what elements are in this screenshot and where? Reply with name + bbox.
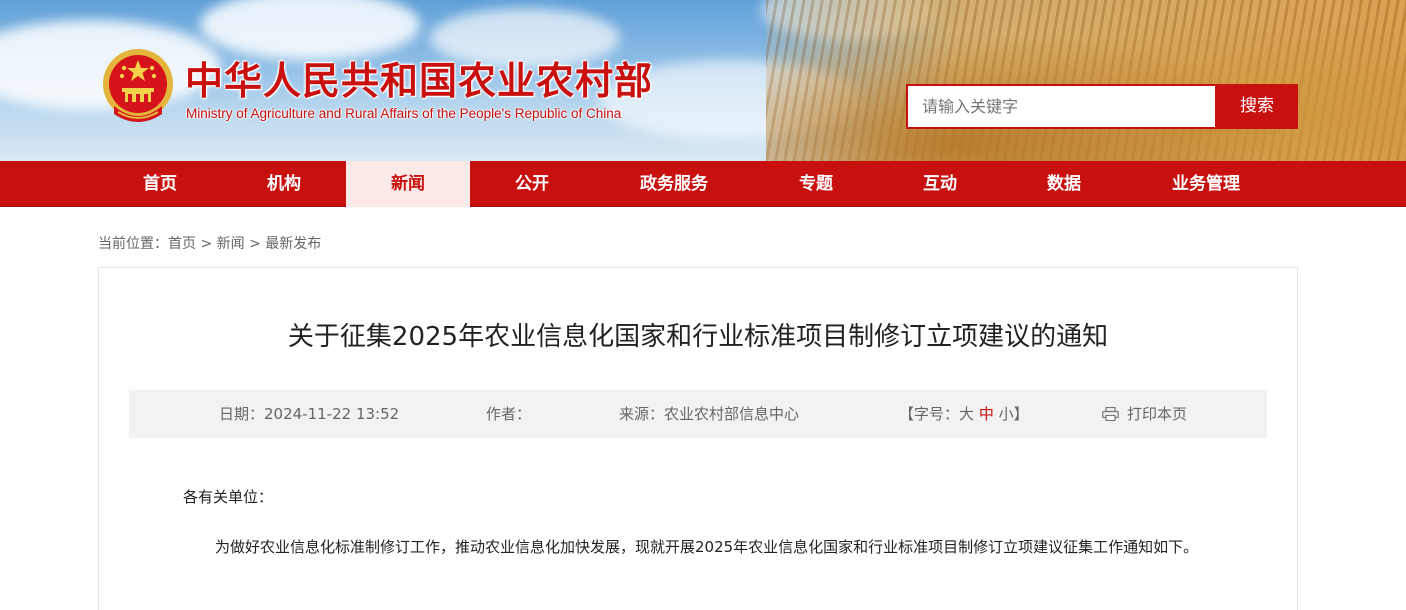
article-salutation: 各有关单位： xyxy=(183,488,274,506)
header-banner: 中华人民共和国农业农村部 Ministry of Agriculture and… xyxy=(0,0,1406,161)
nav-item-gov-services[interactable]: 政务服务 xyxy=(594,161,754,207)
nav-item-interaction[interactable]: 互动 xyxy=(878,161,1002,207)
breadcrumb-prefix: 当前位置： xyxy=(98,236,168,252)
nav-item-data[interactable]: 数据 xyxy=(1002,161,1126,207)
breadcrumb-separator: > xyxy=(200,236,213,252)
breadcrumb: 当前位置：首页 > 新闻 > 最新发布 xyxy=(98,233,321,253)
site-subtitle: Ministry of Agriculture and Rural Affair… xyxy=(186,106,622,121)
font-size-small[interactable]: 小 xyxy=(999,405,1014,423)
search-input[interactable] xyxy=(906,84,1217,129)
breadcrumb-item-news[interactable]: 新闻 xyxy=(217,236,245,252)
nav-item-organization[interactable]: 机构 xyxy=(222,161,346,207)
article-date: 日期：2024-11-22 13:52 xyxy=(219,405,400,423)
article-paragraph: 为做好农业信息化标准制修订工作，推动农业信息化加快发展，现就开展2025年农业信… xyxy=(215,538,1199,556)
search-button[interactable]: 搜索 xyxy=(1216,84,1298,129)
nav-item-public[interactable]: 公开 xyxy=(470,161,594,207)
site-title: 中华人民共和国农业农村部 xyxy=(185,59,654,103)
article-meta-bar: 日期：2024-11-22 13:52 作者： 来源：农业农村部信息中心 【字号… xyxy=(129,390,1267,438)
print-page-label: 打印本页 xyxy=(1127,405,1188,423)
nav-item-home[interactable]: 首页 xyxy=(98,161,222,207)
nav-item-topics[interactable]: 专题 xyxy=(754,161,878,207)
nav-item-news[interactable]: 新闻 xyxy=(346,161,470,207)
font-size-bracket: 】 xyxy=(1013,405,1029,423)
breadcrumb-item-home[interactable]: 首页 xyxy=(168,236,196,252)
font-size-label: 【字号： xyxy=(899,405,960,423)
font-size-control: 【字号：大 中 小】 xyxy=(899,390,1029,438)
breadcrumb-item-latest[interactable]: 最新发布 xyxy=(265,236,321,252)
national-emblem-icon xyxy=(103,49,173,122)
article-panel: 关于征集2025年农业信息化国家和行业标准项目制修订立项建议的通知 日期：202… xyxy=(98,267,1298,610)
article-author: 作者： xyxy=(486,405,532,423)
main-nav: 首页 机构 新闻 公开 政务服务 专题 互动 数据 业务管理 xyxy=(0,161,1406,207)
print-page-button[interactable]: 打印本页 xyxy=(1102,390,1187,438)
font-size-medium[interactable]: 中 xyxy=(979,405,994,423)
nav-item-business-management[interactable]: 业务管理 xyxy=(1126,161,1286,207)
printer-icon xyxy=(1102,407,1119,421)
font-size-large[interactable]: 大 xyxy=(959,405,974,423)
breadcrumb-separator: > xyxy=(249,236,261,252)
article-title: 关于征集2025年农业信息化国家和行业标准项目制修订立项建议的通知 xyxy=(287,322,1109,352)
article-source: 来源：农业农村部信息中心 xyxy=(619,405,800,423)
wheat-field-decoration xyxy=(766,0,1406,161)
